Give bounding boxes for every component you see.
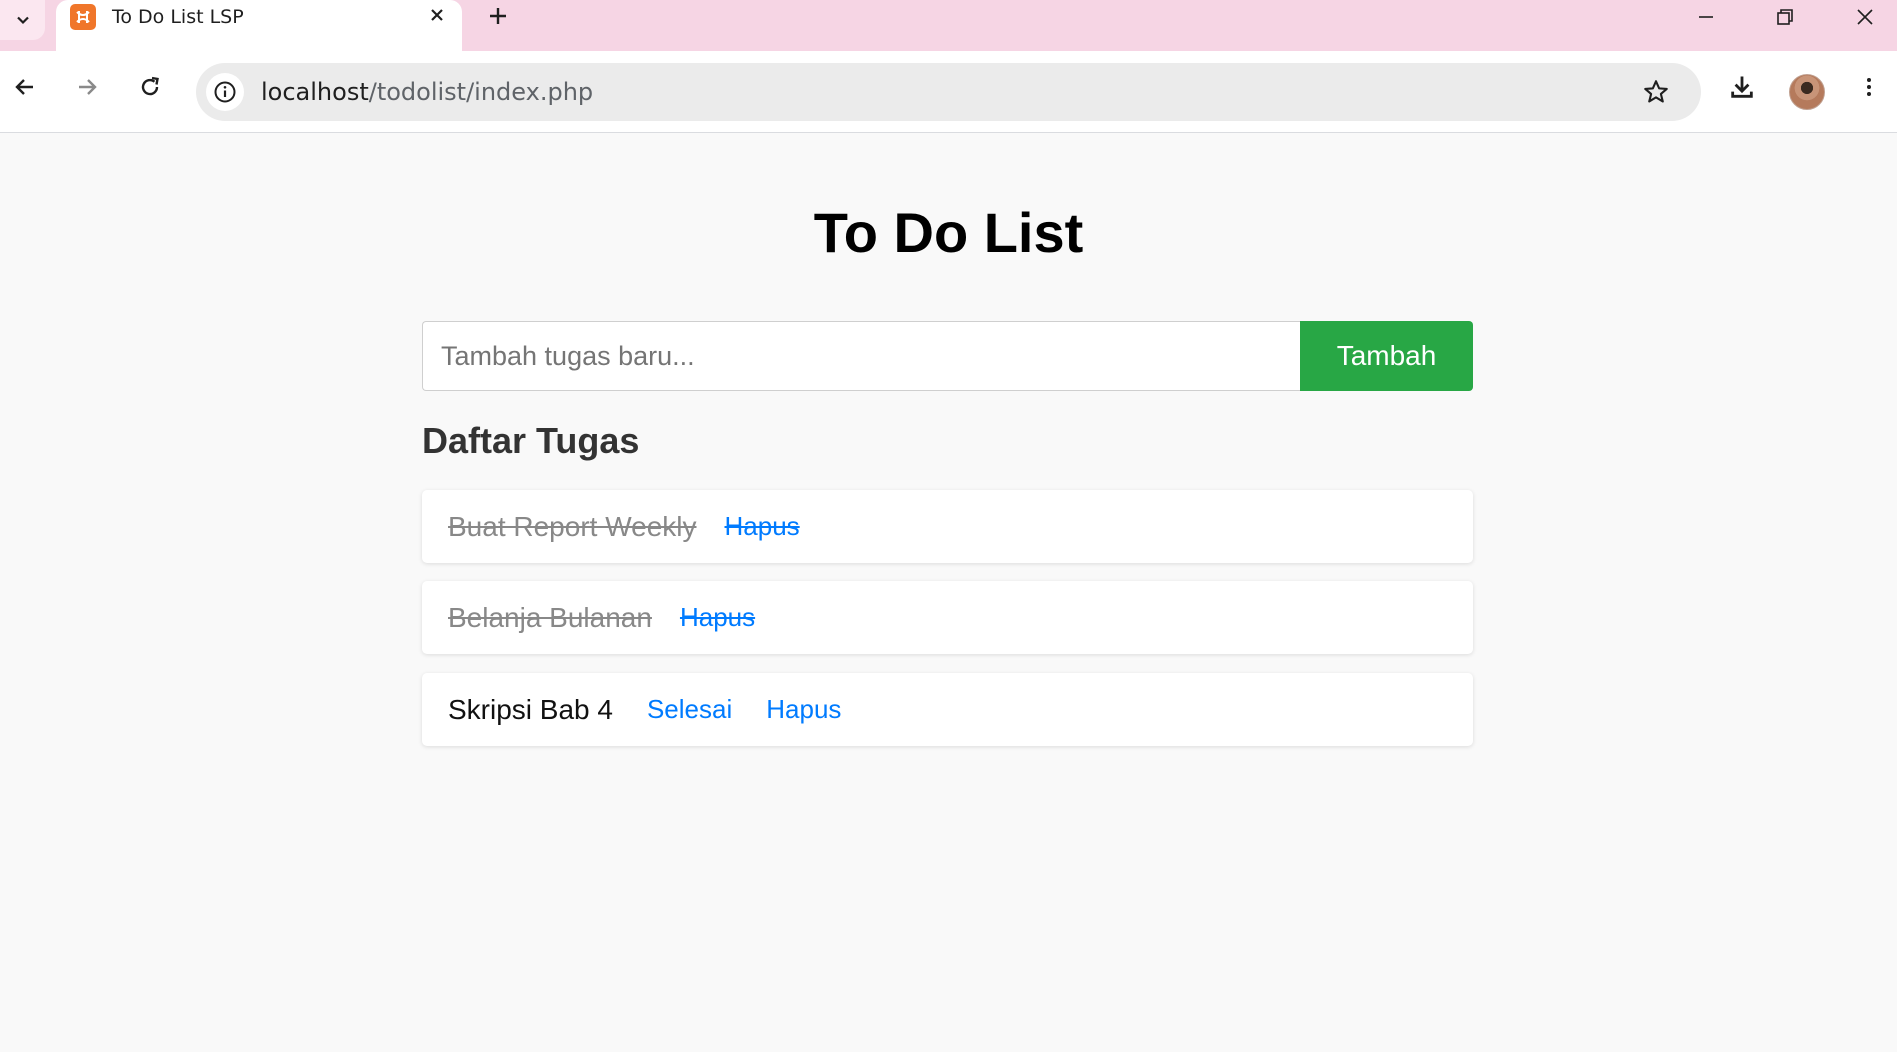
back-button[interactable] (5, 67, 45, 107)
delete-task-link[interactable]: Hapus (725, 511, 800, 542)
downloads-button[interactable] (1722, 67, 1762, 107)
chevron-down-icon (16, 16, 29, 25)
task-text: Skripsi Bab 4 (448, 693, 613, 725)
close-icon (1857, 9, 1873, 25)
address-bar[interactable]: localhost/todolist/index.php (196, 63, 1701, 121)
site-info-button[interactable] (206, 73, 244, 111)
arrow-right-icon (79, 79, 97, 95)
info-icon (214, 81, 236, 103)
bookmark-button[interactable] (1641, 77, 1671, 107)
delete-task-link[interactable]: Hapus (766, 694, 841, 725)
page-title: To Do List (813, 201, 1084, 264)
task-item: Belanja Bulanan Hapus (422, 581, 1473, 654)
close-icon (431, 9, 443, 21)
minimize-icon (1699, 16, 1713, 18)
task-text: Belanja Bulanan (448, 601, 652, 633)
add-task-button[interactable]: Tambah (1300, 321, 1473, 391)
task-item: Buat Report Weekly Hapus (422, 490, 1473, 563)
tab-search-button[interactable] (0, 0, 45, 40)
task-list-heading: Daftar Tugas (422, 420, 640, 461)
arrow-left-icon (15, 79, 33, 95)
profile-avatar[interactable] (1789, 74, 1825, 110)
minimize-button[interactable] (1684, 0, 1728, 34)
forward-button[interactable] (67, 67, 107, 107)
task-item: Skripsi Bab 4 Selesai Hapus (422, 673, 1473, 746)
star-icon (1644, 80, 1668, 103)
complete-task-link[interactable]: Selesai (647, 694, 732, 725)
url-path: /todolist/index.php (368, 78, 594, 106)
task-text: Buat Report Weekly (448, 510, 697, 542)
restore-icon (1777, 9, 1793, 25)
tab-title: To Do List LSP (112, 6, 244, 28)
delete-task-link[interactable]: Hapus (680, 602, 755, 633)
url-text[interactable]: localhost/todolist/index.php (261, 78, 593, 106)
restore-button[interactable] (1763, 0, 1807, 34)
more-vertical-icon (1867, 78, 1871, 96)
xampp-favicon-icon (70, 4, 96, 30)
download-icon (1731, 76, 1753, 98)
tab-strip: To Do List LSP (0, 0, 1897, 51)
reload-icon (141, 76, 159, 96)
plus-icon (490, 8, 506, 24)
browser-tab[interactable]: To Do List LSP (56, 0, 462, 51)
new-task-input[interactable] (422, 321, 1300, 391)
menu-button[interactable] (1849, 67, 1889, 107)
browser-toolbar: localhost/todolist/index.php (0, 51, 1897, 133)
close-window-button[interactable] (1843, 0, 1887, 34)
reload-button[interactable] (130, 67, 170, 107)
url-host: localhost (261, 78, 369, 106)
new-tab-button[interactable] (482, 0, 514, 32)
tab-close-button[interactable] (424, 2, 450, 28)
add-task-form: Tambah (422, 321, 1473, 391)
